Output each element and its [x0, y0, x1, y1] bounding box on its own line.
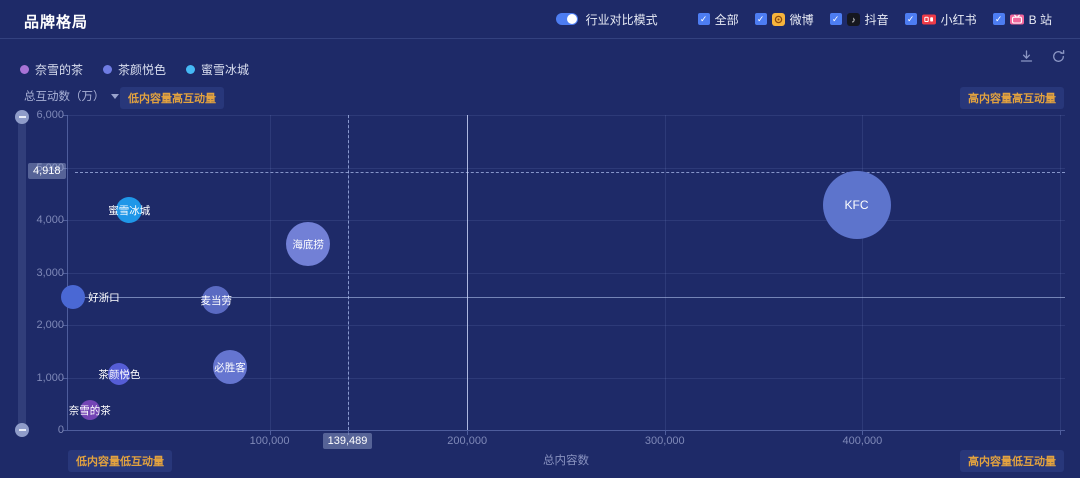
- x-tick-label: 200,000: [427, 435, 507, 447]
- quadrant-label-bottom-left: 低内容量低互动量: [68, 450, 172, 472]
- gridline-y: [67, 168, 1065, 169]
- gridline-y: [67, 220, 1065, 221]
- y-axis-line: [67, 115, 68, 430]
- quadrant-label-bottom-right: 高内容量低互动量: [960, 450, 1064, 472]
- quadrant-label-top-right: 高内容量高互动量: [960, 87, 1064, 109]
- bubble-奈雪的茶[interactable]: [80, 400, 100, 420]
- bubble-KFC[interactable]: [823, 171, 891, 239]
- bubble-海底捞[interactable]: [286, 222, 330, 266]
- scatter-chart: 01,0002,0003,0004,0005,0006,000100,00013…: [0, 0, 1080, 478]
- x-tick-highlight-badge: 139,489: [323, 433, 373, 449]
- bubble-好浙口[interactable]: [61, 285, 85, 309]
- y-tick-label: 4,000: [20, 214, 64, 226]
- gridline-x: [270, 115, 271, 430]
- ref-line-dashed-vertical: [348, 115, 349, 430]
- x-tick-label: 100,000: [230, 435, 310, 447]
- y-axis-zoom-slider[interactable]: [18, 112, 26, 436]
- gridline-y: [67, 325, 1065, 326]
- y-slider-handle-top[interactable]: [15, 110, 29, 124]
- x-axis-tick: [1060, 431, 1061, 435]
- x-axis-title: 总内容数: [67, 452, 1065, 468]
- y-ref-highlight-badge: 4,918: [28, 163, 66, 179]
- gridline-x: [1060, 115, 1061, 430]
- gridline-y: [67, 115, 1065, 116]
- brand-landscape-panel: 品牌格局 行业对比模式 ✓全部✓微博✓♪抖音✓小红书✓B 站 奈雪的茶茶颜悦色蜜…: [0, 0, 1080, 478]
- x-tick-label: 300,000: [625, 435, 705, 447]
- avg-line-vertical: [467, 115, 468, 430]
- y-tick-label: 2,000: [20, 319, 64, 331]
- bubble-茶颜悦色[interactable]: [108, 363, 130, 385]
- gridline-x: [665, 115, 666, 430]
- ref-line-dashed-horizontal: [75, 172, 1065, 173]
- x-tick-label: 400,000: [822, 435, 902, 447]
- gridline-y: [67, 273, 1065, 274]
- gridline-x: [862, 115, 863, 430]
- bubble-麦当劳[interactable]: [202, 286, 230, 314]
- bubble-必胜客[interactable]: [213, 350, 247, 384]
- y-tick-label: 3,000: [20, 267, 64, 279]
- y-slider-handle-bottom[interactable]: [15, 423, 29, 437]
- y-tick-label: 1,000: [20, 372, 64, 384]
- x-axis-line: [67, 430, 1065, 431]
- quadrant-label-top-left: 低内容量高互动量: [120, 87, 224, 109]
